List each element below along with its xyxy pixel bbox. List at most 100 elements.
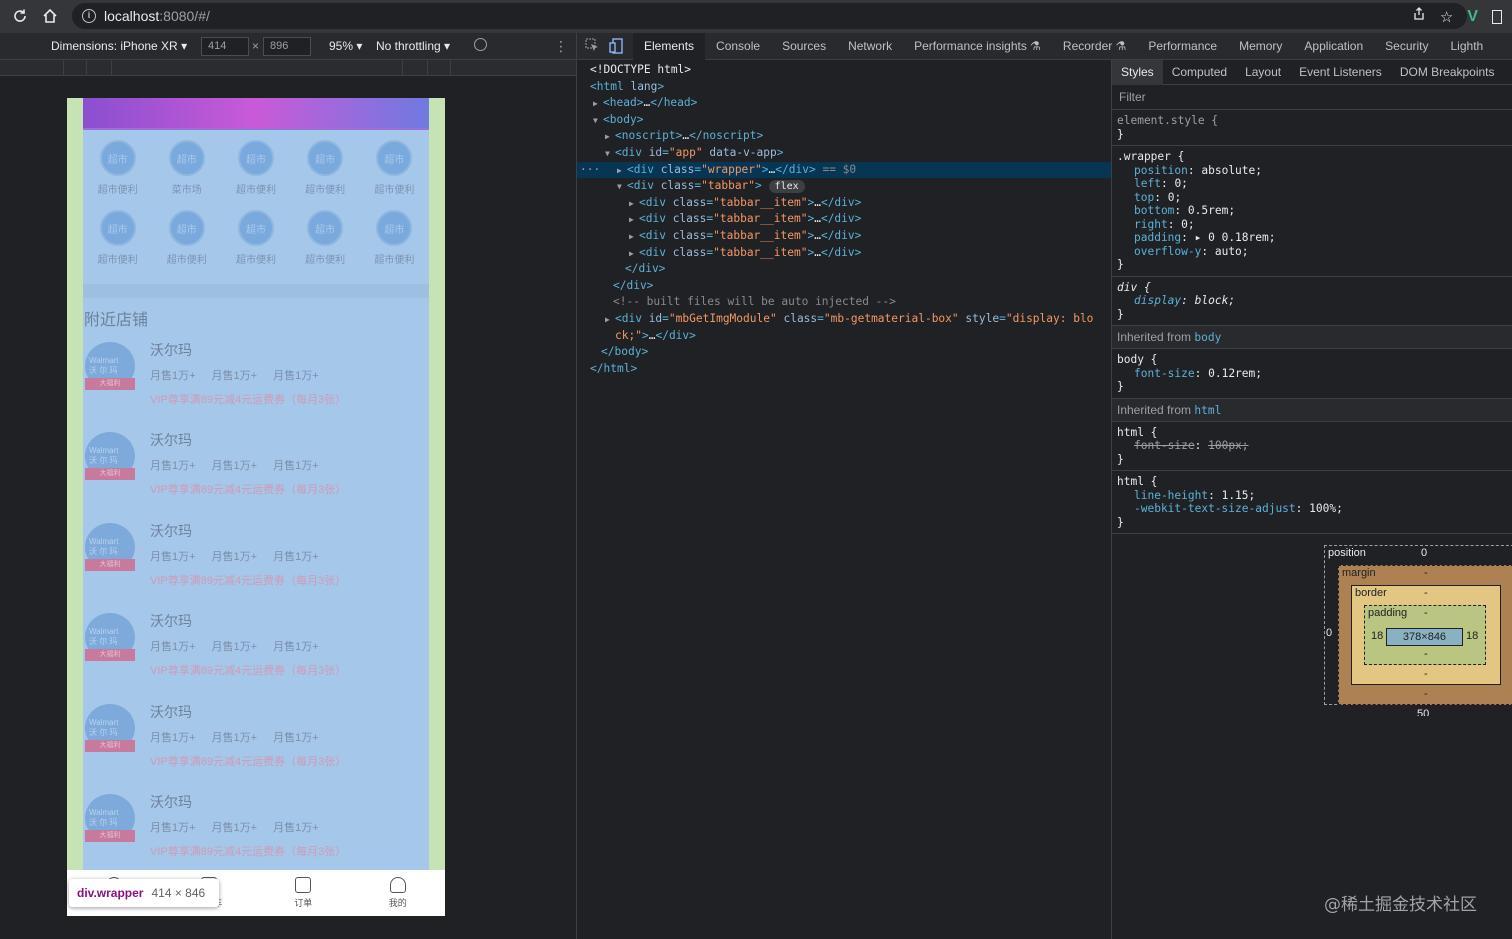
box-model-content[interactable]: 378×846 [1386, 628, 1463, 646]
rule-element-style[interactable]: element.style { } [1112, 110, 1512, 146]
dom-node[interactable]: </div> [577, 261, 1111, 278]
dom-node[interactable]: ▶ <div class="tabbar__item">…</div> [577, 228, 1111, 245]
tab-event-listeners[interactable]: Event Listeners [1290, 60, 1391, 85]
tab-computed[interactable]: Computed [1163, 60, 1236, 85]
css-rules: element.style { } .wrapper { position: a… [1112, 110, 1512, 534]
shop-item[interactable]: Walmart 沃 尔 玛大福利 沃尔玛 月售1万+ 月售1万+ 月售1万+ VIP尊… [83, 338, 429, 428]
shop-item[interactable]: Walmart 沃 尔 玛大福利 沃尔玛 月售1万+ 月售1万+ 月售1万+ VIP尊… [83, 519, 429, 609]
dom-node[interactable]: ▼ <div class="tabbar"> flex [577, 178, 1111, 195]
css-property[interactable]: display: block; [1117, 294, 1507, 308]
info-icon[interactable]: i [82, 9, 96, 23]
rule-div-useragent[interactable]: div { display: block; } [1112, 277, 1512, 326]
category-item[interactable]: 超市 超市便利 [157, 210, 217, 280]
shop-item[interactable]: Walmart 沃 尔 玛大福利 沃尔玛 月售1万+ 月售1万+ 月售1万+ VIP尊… [83, 428, 429, 518]
css-property[interactable]: bottom: 0.5rem; [1117, 204, 1507, 218]
width-input[interactable]: 414 [201, 37, 249, 56]
css-property[interactable]: overflow-y: auto; [1117, 245, 1507, 259]
css-property[interactable]: right: 0; [1117, 218, 1507, 232]
css-property[interactable]: top: 0; [1117, 191, 1507, 205]
more-options-icon[interactable]: ⋮ [554, 38, 568, 55]
dom-node[interactable]: ▼ <body> [577, 112, 1111, 129]
media-query-ruler[interactable] [0, 60, 576, 76]
dom-node[interactable]: </body> [577, 344, 1111, 361]
tab-orders[interactable]: 订单 [256, 870, 351, 916]
height-input[interactable]: 896 [263, 37, 311, 56]
bookmark-star-icon[interactable]: ☆ [1440, 8, 1453, 26]
dom-node[interactable]: ▶ <div class="tabbar__item">…</div> [577, 245, 1111, 262]
rule-html[interactable]: html { font-size: 100px; } [1112, 422, 1512, 471]
category-item[interactable]: 超市 超市便利 [88, 140, 148, 210]
category-label: 超市便利 [235, 185, 276, 196]
css-property[interactable]: left: 0; [1117, 177, 1507, 191]
tab-layout[interactable]: Layout [1236, 60, 1290, 85]
home-icon[interactable] [38, 4, 62, 28]
tab-network[interactable]: Network [837, 33, 903, 60]
tab-sources[interactable]: Sources [771, 33, 837, 60]
css-property[interactable]: font-size: 0.12rem; [1117, 367, 1507, 381]
dom-node-selected[interactable]: ··· ▶ <div class="wrapper">…</div> == $0 [577, 161, 1111, 179]
tab-lighthouse[interactable]: Lighth [1440, 33, 1495, 60]
tab-properties[interactable]: P [1504, 60, 1512, 85]
dom-node[interactable]: ▼ <div id="app" data-v-app> [577, 145, 1111, 162]
tab-elements[interactable]: Elements [633, 32, 706, 60]
flex-badge[interactable]: flex [768, 180, 805, 194]
promo-banner[interactable] [83, 98, 429, 130]
styles-filter-input[interactable]: Filter [1112, 85, 1512, 110]
shop-item[interactable]: Walmart 沃 尔 玛大福利 沃尔玛 月售1万+ 月售1万+ 月售1万+ VIP尊… [83, 609, 429, 699]
zoom-select[interactable]: 95% ▾ [329, 39, 362, 53]
dom-node[interactable]: ▶ <div class="tabbar__item">…</div> [577, 195, 1111, 212]
shop-item[interactable]: Walmart 沃 尔 玛大福利 沃尔玛 月售1万+ 月售1万+ 月售1万+ VIP尊… [83, 700, 429, 790]
dom-node[interactable]: <!DOCTYPE html> [577, 62, 1111, 79]
tab-mine[interactable]: 我的 [351, 870, 446, 916]
css-property[interactable]: position: absolute; [1117, 164, 1507, 178]
css-property[interactable]: line-height: 1.15; [1117, 489, 1507, 503]
tab-application[interactable]: Application [1293, 33, 1374, 60]
css-property[interactable]: -webkit-text-size-adjust: 100%; [1117, 502, 1507, 516]
dom-node[interactable]: ▶ <head>…</head> [577, 95, 1111, 112]
extension-icon[interactable] [1492, 9, 1502, 24]
category-icon: 超市 [237, 140, 274, 176]
dom-node[interactable]: ▶ <noscript>…</noscript> [577, 128, 1111, 145]
inspect-element-icon[interactable] [585, 38, 601, 54]
tab-console[interactable]: Console [705, 33, 771, 60]
category-item[interactable]: 超市 超市便利 [226, 140, 286, 210]
css-property-overridden[interactable]: font-size: 100px; [1117, 439, 1507, 453]
dom-node[interactable]: <html lang> [577, 79, 1111, 96]
tab-memory[interactable]: Memory [1228, 33, 1293, 60]
dom-node[interactable]: </div> [577, 278, 1111, 295]
tab-security[interactable]: Security [1374, 33, 1439, 60]
category-label: 超市便利 [305, 185, 346, 196]
category-item[interactable]: 超市 超市便利 [88, 210, 148, 280]
device-select[interactable]: Dimensions: iPhone XR ▾ [51, 39, 187, 53]
shop-name: 沃尔玛 [150, 703, 192, 720]
throttling-select[interactable]: No throttling ▾ [376, 39, 450, 53]
tab-styles[interactable]: Styles [1112, 59, 1163, 85]
sidebar-tabs: Styles Computed Layout Event Listeners D… [1112, 59, 1512, 85]
category-item[interactable]: 超市 超市便利 [226, 210, 286, 280]
rule-wrapper[interactable]: .wrapper { position: absolute; left: 0; … [1112, 146, 1512, 277]
dom-comment[interactable]: <!-- built files will be auto injected -… [577, 294, 1111, 311]
address-bar[interactable]: i localhost:8080/#/ [72, 3, 1467, 29]
dom-node[interactable]: ▶ <div class="tabbar__item">…</div> [577, 211, 1111, 228]
tab-performance-insights[interactable]: Performance insights ⚗ [903, 33, 1052, 60]
tab-recorder[interactable]: Recorder ⚗ [1052, 33, 1137, 60]
tab-performance[interactable]: Performance [1137, 33, 1228, 60]
device-toggle-icon[interactable] [609, 38, 625, 54]
rule-body[interactable]: body { font-size: 0.12rem; } [1112, 349, 1512, 399]
share-icon[interactable] [1412, 7, 1426, 26]
reload-icon[interactable] [8, 4, 32, 28]
category-item[interactable]: 超市 超市便利 [364, 140, 424, 210]
dom-node[interactable]: ▶ <div id="mbGetImgModule" class="mb-getm… [577, 311, 1111, 328]
dom-node-continued[interactable]: ck;">…</div> [577, 328, 1111, 345]
rule-html-2[interactable]: html { line-height: 1.15; -webkit-text-s… [1112, 471, 1512, 534]
category-item[interactable]: 超市 菜市场 [157, 140, 217, 210]
category-item[interactable]: 超市 超市便利 [295, 210, 355, 280]
category-item[interactable]: 超市 超市便利 [364, 210, 424, 280]
vue-devtools-icon[interactable]: V [1467, 8, 1478, 26]
shop-item[interactable]: Walmart 沃 尔 玛大福利 沃尔玛 月售1万+ 月售1万+ 月售1万+ VIP尊… [83, 790, 429, 880]
category-item[interactable]: 超市 超市便利 [295, 140, 355, 210]
rotate-disable-icon[interactable] [474, 38, 487, 51]
tab-dom-breakpoints[interactable]: DOM Breakpoints [1391, 60, 1504, 85]
dom-node[interactable]: </html> [577, 361, 1111, 378]
css-property[interactable]: padding: ▸ 0 0.18rem; [1117, 231, 1507, 245]
